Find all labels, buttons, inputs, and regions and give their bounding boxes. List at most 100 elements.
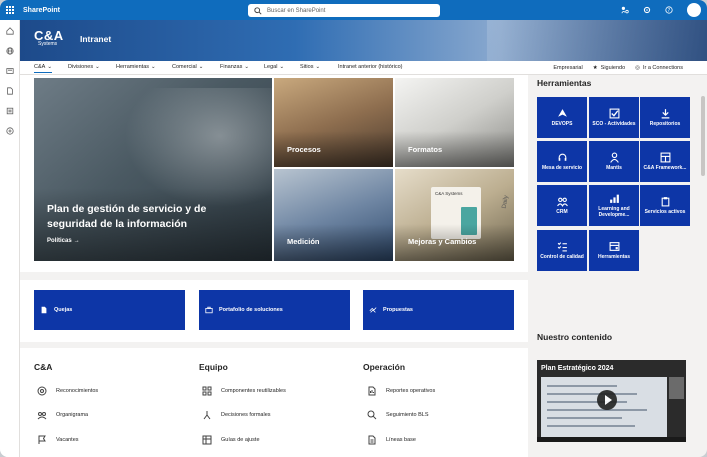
- app-name[interactable]: SharePoint: [23, 7, 60, 14]
- tool-repositorios[interactable]: Repositorios: [640, 97, 690, 138]
- tool-control-calidad[interactable]: Control de calidad: [537, 230, 587, 271]
- add-icon[interactable]: [5, 126, 15, 136]
- list-item-label: Decisiones formales: [221, 412, 271, 418]
- avatar[interactable]: [687, 3, 701, 17]
- tool-devops[interactable]: DEVOPS: [537, 97, 587, 138]
- list-item-componentes[interactable]: Componentes reutilizables: [202, 386, 286, 396]
- people-icon: [556, 197, 568, 207]
- nav-item-finanzas[interactable]: Finanzas ⌄: [220, 64, 249, 70]
- app-launcher-button[interactable]: [0, 0, 20, 20]
- chevron-down-icon: ⌄: [244, 64, 249, 70]
- tool-crm[interactable]: CRM: [537, 185, 587, 226]
- hero-link-label: Políticas: [47, 238, 72, 244]
- report-icon: [368, 386, 376, 396]
- tool-servicios-activos[interactable]: Servicios activos: [640, 185, 690, 226]
- site-logo[interactable]: C&A Systems: [34, 28, 68, 50]
- quick-link-portafolio[interactable]: Portafolio de soluciones: [199, 290, 350, 330]
- nav-item-divisiones[interactable]: Divisiones ⌄: [68, 64, 100, 70]
- waffle-icon: [6, 6, 14, 14]
- help-icon[interactable]: ?: [665, 6, 673, 14]
- nav-item-legal[interactable]: Legal ⌄: [264, 64, 284, 70]
- tool-sco-actividades[interactable]: SCO - Actividades: [589, 97, 639, 138]
- quick-link-quejas[interactable]: Quejas: [34, 290, 185, 330]
- list-item-organigrama[interactable]: Organigrama: [37, 410, 88, 420]
- home-icon[interactable]: [5, 26, 15, 36]
- tools-icon: [609, 241, 619, 251]
- list-title-operacion: Operación: [363, 362, 406, 372]
- tool-mesa-servicio[interactable]: Mesa de servicio: [537, 141, 587, 182]
- nav-item-comercial[interactable]: Comercial ⌄: [172, 64, 203, 70]
- list-item-reportes[interactable]: Reportes operativos: [367, 386, 435, 396]
- document-icon[interactable]: [5, 86, 15, 96]
- star-icon: ★: [592, 65, 598, 71]
- gear-icon[interactable]: [643, 6, 651, 14]
- hero-tile-mejoras[interactable]: C&A Systems Daily Mejoras y Cambios: [395, 169, 514, 261]
- nav-item-herramientas[interactable]: Herramientas ⌄: [116, 64, 156, 70]
- play-icon[interactable]: [597, 390, 617, 410]
- person-icon: [609, 152, 619, 163]
- tool-label: Learning and Developme...: [598, 205, 630, 219]
- video-title: Plan Estratégico 2024: [541, 365, 614, 372]
- list-title-ca: C&A: [34, 362, 53, 372]
- connections-icon: ◎: [635, 65, 640, 71]
- left-rail: [0, 20, 20, 457]
- site-title[interactable]: Intranet: [80, 34, 111, 44]
- follow-button[interactable]: ★ Siguiendo: [593, 65, 625, 71]
- list-icon[interactable]: [5, 106, 15, 116]
- chevron-down-icon: ⌄: [279, 64, 285, 70]
- nav-label: Comercial: [172, 64, 197, 70]
- nav-label: Finanzas: [220, 64, 243, 70]
- video-progress-bar[interactable]: [537, 437, 686, 442]
- hero-tile-formatos[interactable]: Formatos: [395, 78, 514, 167]
- tool-mantis[interactable]: Mantis: [589, 141, 639, 182]
- suite-bar: SharePoint Buscar en SharePoint ?: [0, 0, 707, 20]
- tool-herramientas[interactable]: Herramientas: [589, 230, 639, 271]
- brochure-side-text: Daily: [501, 194, 510, 210]
- nav-item-sitios[interactable]: Sitios ⌄: [300, 64, 320, 70]
- tool-label: CRM: [556, 208, 568, 215]
- list-item-label: Seguimiento BLS: [386, 412, 429, 418]
- tool-ca-framework[interactable]: C&A Framework...: [640, 141, 690, 182]
- nav-item-ca[interactable]: C&A ⌄: [34, 64, 52, 73]
- news-icon[interactable]: [5, 66, 15, 76]
- nav-label: Legal: [264, 64, 278, 70]
- video-player[interactable]: Plan Estratégico 2024: [537, 360, 686, 442]
- sharepoint-window: SharePoint Buscar en SharePoint ? C&A Sy…: [0, 0, 707, 457]
- scrollbar[interactable]: [701, 80, 705, 450]
- chevron-down-icon: ⌄: [198, 64, 204, 70]
- content-title: Nuestro contenido: [537, 332, 613, 342]
- share-icon[interactable]: [621, 6, 629, 14]
- connections-link[interactable]: ◎ Ir a Connections: [635, 65, 683, 71]
- header-banner-image: [487, 20, 707, 61]
- list-item-decisiones[interactable]: Decisiones formales: [202, 410, 271, 420]
- list-item-seguimiento[interactable]: Seguimiento BLS: [367, 410, 429, 420]
- hero-main-link[interactable]: Políticas →: [47, 238, 80, 244]
- nav-actions: Empresarial ★ Siguiendo ◎ Ir a Connections: [553, 65, 683, 71]
- scrollbar-thumb[interactable]: [701, 96, 705, 176]
- globe-icon[interactable]: [5, 46, 15, 56]
- list-title-equipo: Equipo: [199, 362, 228, 372]
- people-icon: [37, 412, 47, 420]
- list-item-guias[interactable]: Guías de ajuste: [202, 435, 260, 445]
- hero-tile-procesos[interactable]: Procesos: [274, 78, 393, 167]
- tool-label: DEVOPS: [551, 120, 573, 127]
- list-item-lineas[interactable]: Líneas base: [367, 435, 416, 445]
- download-icon: [661, 108, 669, 119]
- list-item-label: Reportes operativos: [386, 388, 436, 394]
- quick-link-propuestas[interactable]: Propuestas: [363, 290, 514, 330]
- list-item-vacantes[interactable]: Vacantes: [37, 435, 79, 445]
- checklist-icon: [557, 242, 567, 252]
- nav-item-intranet-anterior[interactable]: Intranet anterior (histórico): [338, 64, 403, 70]
- chevron-down-icon: ⌄: [95, 64, 100, 70]
- list-item-reconocimientos[interactable]: Reconocimientos: [37, 386, 98, 396]
- list-item-label: Reconocimientos: [56, 388, 99, 394]
- hero-main-tile[interactable]: Plan de gestión de servicio y de segurid…: [34, 78, 272, 261]
- tool-learning[interactable]: Learning and Developme...: [589, 185, 639, 226]
- hero-tile-medicion[interactable]: Medición: [274, 169, 393, 261]
- search-icon: [254, 6, 262, 15]
- quick-link-label: Quejas: [54, 307, 73, 313]
- quick-link-label: Portafolio de soluciones: [219, 307, 283, 313]
- hero-main-title: Plan de gestión de servicio y de segurid…: [47, 203, 207, 230]
- search-input[interactable]: Buscar en SharePoint: [248, 4, 440, 17]
- list-item-label: Organigrama: [56, 412, 89, 418]
